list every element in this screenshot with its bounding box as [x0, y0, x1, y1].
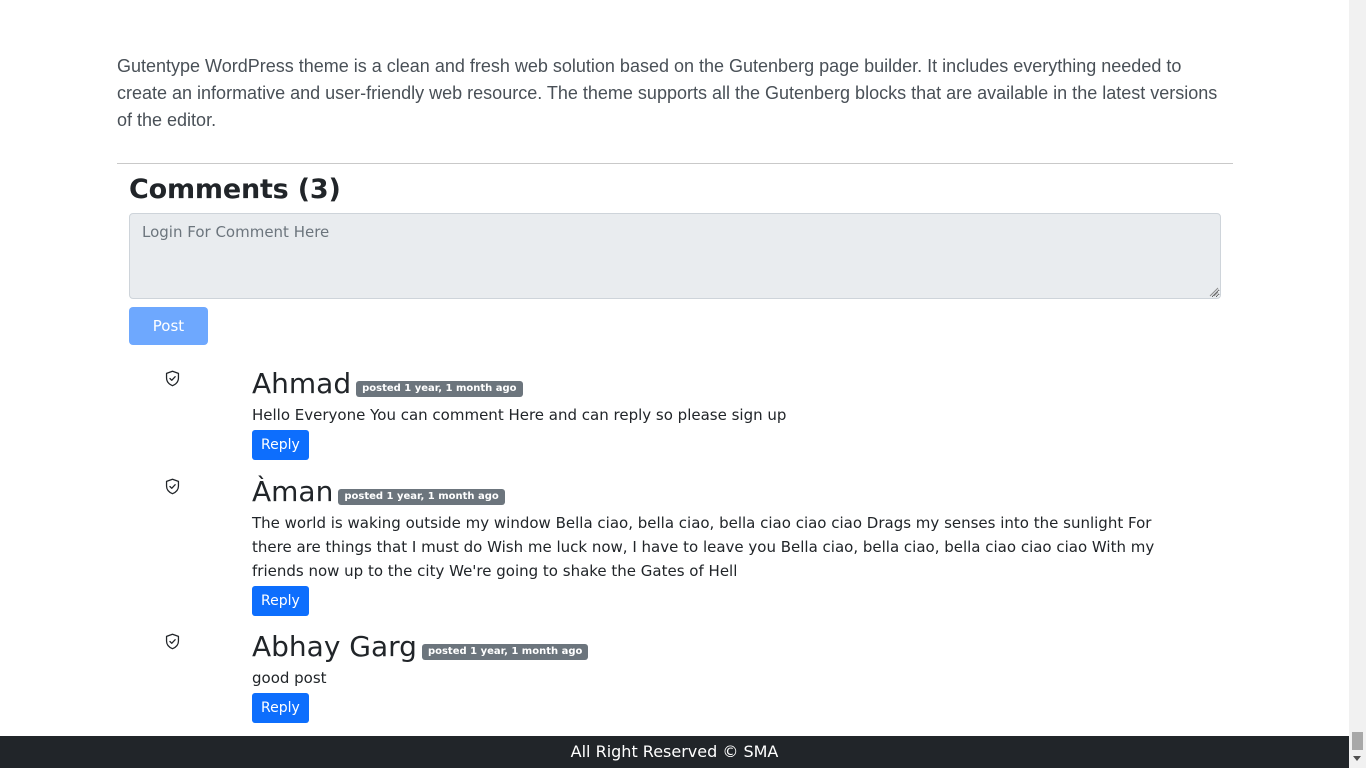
reply-button[interactable]: Reply	[252, 586, 309, 616]
comment-text: good post	[252, 669, 327, 687]
comment-text: The world is waking outside my window Be…	[252, 514, 1155, 580]
comment-header: Abhay Garg posted 1 year, 1 month ago	[252, 628, 1192, 662]
reply-button[interactable]: Reply	[252, 693, 309, 723]
posted-badge: posted 1 year, 1 month ago	[356, 381, 523, 397]
vertical-scrollbar[interactable]	[1349, 0, 1366, 768]
comment-body: Abhay Garg posted 1 year, 1 month ago go…	[252, 628, 1192, 723]
shield-check-icon	[165, 478, 180, 495]
intro-paragraph: Gutentype WordPress theme is a clean and…	[117, 56, 1218, 130]
shield-check-icon	[165, 370, 180, 387]
comment-header: Ahmad posted 1 year, 1 month ago	[252, 365, 1192, 399]
scroll-down-arrow-icon[interactable]	[1353, 756, 1361, 761]
page: Gutentype WordPress theme is a clean and…	[0, 0, 1349, 768]
comments-heading: Comments (3)	[129, 174, 341, 205]
scrollbar-thumb[interactable]	[1352, 732, 1363, 750]
comment-author: Àman	[252, 475, 334, 508]
section-divider	[117, 163, 1233, 164]
reply-button[interactable]: Reply	[252, 430, 309, 460]
footer: All Right Reserved © SMA	[0, 736, 1349, 768]
comment-header: Àman posted 1 year, 1 month ago	[252, 473, 1192, 507]
comment-body: Ahmad posted 1 year, 1 month ago Hello E…	[252, 365, 1192, 460]
footer-text: All Right Reserved © SMA	[570, 742, 779, 761]
comment-text: Hello Everyone You can comment Here and …	[252, 406, 787, 424]
comment-author: Ahmad	[252, 367, 352, 400]
posted-badge: posted 1 year, 1 month ago	[338, 489, 505, 505]
post-button[interactable]: Post	[129, 307, 208, 345]
posted-badge: posted 1 year, 1 month ago	[421, 644, 589, 660]
shield-check-icon	[165, 633, 180, 650]
comment-author: Abhay Garg	[252, 630, 417, 663]
comment-body: Àman posted 1 year, 1 month ago The worl…	[252, 473, 1192, 616]
comment-input[interactable]	[129, 213, 1221, 299]
